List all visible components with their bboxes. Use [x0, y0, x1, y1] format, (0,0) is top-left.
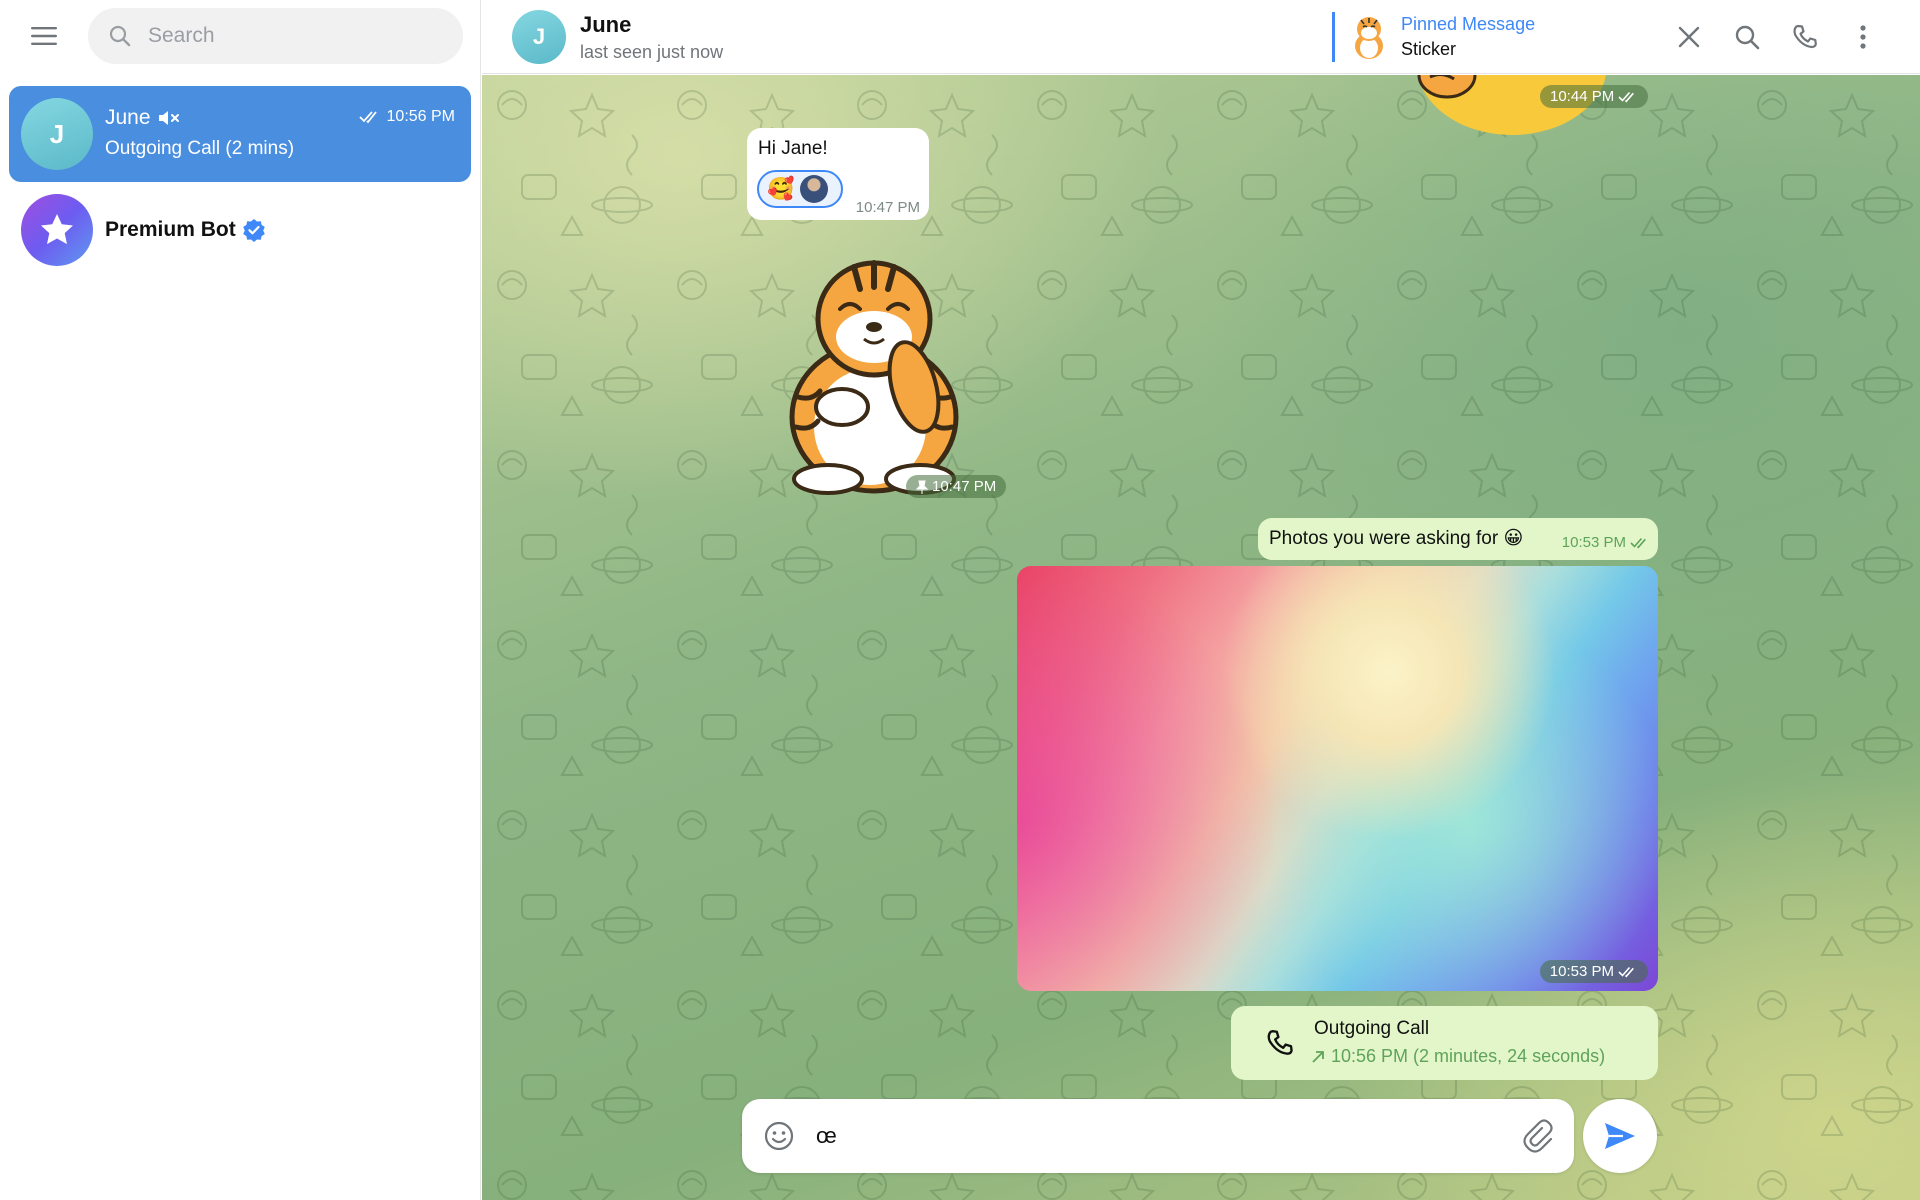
pin-icon — [916, 480, 928, 494]
search-input[interactable] — [148, 18, 448, 54]
pinned-message[interactable]: Pinned Message Sticker — [1332, 12, 1535, 62]
sidebar: J June Outgoing Call (2 mins) 10:56 PM P… — [0, 0, 481, 1200]
call-title: Outgoing Call — [1314, 1018, 1430, 1039]
outgoing-arrow-icon — [1312, 1050, 1324, 1063]
time-text: 10:47 PM — [932, 478, 997, 495]
message-time: 10:53 PM — [1561, 534, 1626, 551]
photo-time: 10:53 PM — [1539, 960, 1648, 983]
time-text: 10:53 PM — [1549, 963, 1614, 980]
chat-search-button[interactable] — [1728, 18, 1766, 56]
double-check-icon — [358, 111, 377, 124]
tiger-sticker[interactable] — [778, 257, 970, 497]
chat-time: 10:56 PM — [386, 108, 455, 125]
chat-name-row: June — [105, 106, 183, 130]
more-vertical-icon — [1860, 25, 1866, 49]
phone-icon — [1793, 24, 1817, 49]
reactor-avatar — [800, 175, 829, 203]
message-incoming[interactable]: Hi Jane! 🥰 10:47 PM — [747, 128, 929, 220]
tiger-sticker-thumbnail — [1355, 17, 1383, 59]
chat-name-row: Premium Bot — [105, 218, 266, 242]
chat-preview: Outgoing Call (2 mins) — [105, 138, 295, 159]
avatar — [21, 194, 93, 266]
muted-icon — [158, 111, 179, 125]
close-icon — [1678, 26, 1700, 48]
message-text: Hi Jane! — [758, 138, 828, 159]
unpin-close-button[interactable] — [1670, 18, 1708, 56]
reaction-emoji: 🥰 — [767, 176, 795, 201]
pinned-text-block: Pinned Message Sticker — [1401, 14, 1535, 60]
message-time-row: 10:53 PM — [1562, 534, 1650, 551]
double-check-icon — [1618, 91, 1635, 102]
message-time: 10:47 PM — [855, 199, 920, 216]
double-check-icon — [1630, 537, 1646, 548]
chat-item-premium-bot[interactable]: Premium Bot — [9, 182, 471, 278]
search-icon — [109, 25, 131, 47]
double-check-icon — [1618, 966, 1634, 977]
call-button[interactable] — [1786, 18, 1824, 56]
header-status: last seen just now — [580, 42, 724, 62]
avatar: J — [21, 98, 93, 170]
chat-header: J June last seen just now Pinned Message… — [482, 0, 1920, 74]
more-options-button[interactable] — [1844, 18, 1882, 56]
chat-time-row: 10:56 PM — [358, 108, 455, 126]
search-box — [88, 8, 463, 64]
call-detail-row: 10:56 PM (2 minutes, 24 seconds) — [1311, 1046, 1605, 1067]
call-message[interactable]: Outgoing Call 10:56 PM (2 minutes, 24 se… — [1231, 1006, 1658, 1080]
message-text: Photos you were asking for 😀 — [1269, 528, 1524, 549]
search-icon — [1735, 25, 1760, 50]
message-composer — [742, 1099, 1574, 1173]
phone-icon — [1267, 1030, 1293, 1055]
time-text: 10:44 PM — [1550, 88, 1615, 105]
message-list[interactable]: 10:44 PM Hi Jane! 🥰 10:47 PM 10:47 PM Ph… — [482, 75, 1920, 1200]
chat-name: June — [105, 106, 151, 129]
message-outgoing[interactable]: Photos you were asking for 😀 10:53 PM — [1258, 518, 1658, 560]
header-avatar[interactable]: J — [512, 10, 566, 64]
photo-message[interactable]: 10:53 PM — [1017, 566, 1658, 991]
message-input[interactable] — [816, 1119, 1456, 1153]
pinned-text: Sticker — [1401, 39, 1457, 59]
paperclip-icon[interactable] — [1520, 1119, 1554, 1153]
call-detail: 10:56 PM (2 minutes, 24 seconds) — [1331, 1046, 1606, 1066]
hamburger-menu-icon — [31, 27, 57, 45]
smile-icon[interactable] — [762, 1119, 796, 1153]
sticker-time: 10:47 PM — [906, 475, 1007, 498]
verified-badge-icon — [242, 219, 265, 242]
send-button[interactable] — [1583, 1099, 1657, 1173]
chat-name: Premium Bot — [105, 218, 236, 241]
star-icon — [41, 214, 73, 245]
header-name[interactable]: June — [580, 12, 631, 38]
pinned-title: Pinned Message — [1401, 14, 1536, 34]
main-menu-button[interactable] — [20, 16, 68, 56]
reaction-chip[interactable]: 🥰 — [757, 170, 843, 208]
chat-item-june[interactable]: J June Outgoing Call (2 mins) 10:56 PM — [9, 86, 471, 182]
sticker-time: 10:44 PM — [1540, 85, 1649, 108]
send-icon — [1605, 1123, 1635, 1149]
